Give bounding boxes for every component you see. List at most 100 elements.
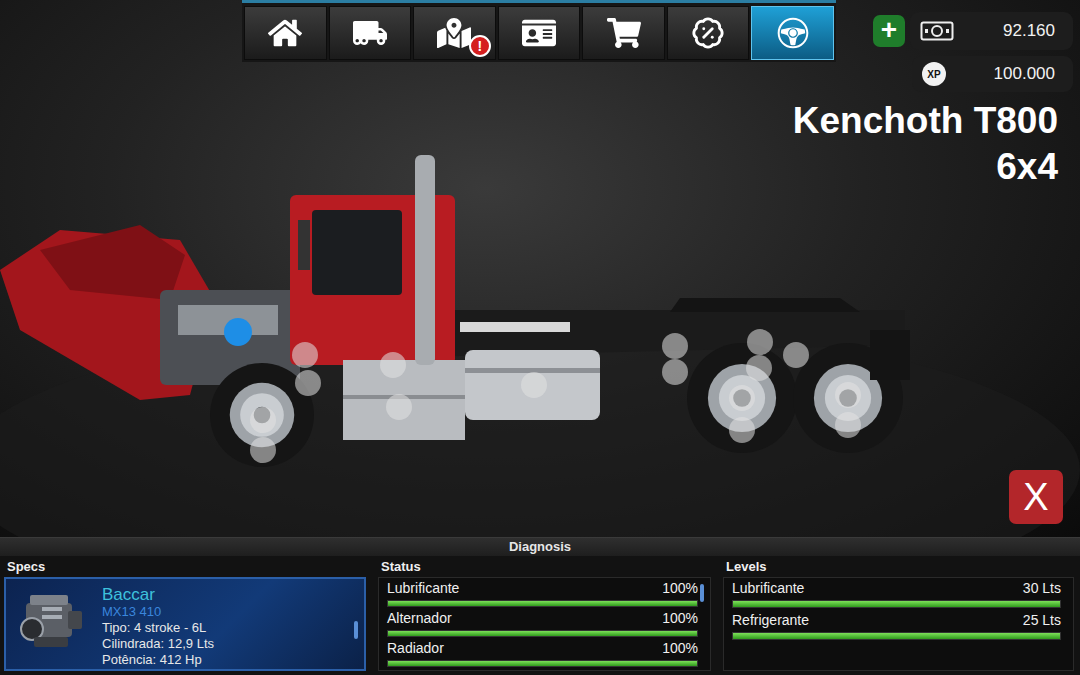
level-text: Lubrificante 30 Lts: [732, 580, 1061, 597]
part-hotspot[interactable]: [662, 359, 688, 385]
bar-fill: [733, 633, 1060, 639]
specs-column: Specs BaccarMX13 410Tipo: 4 stroke - 6LCi…: [4, 559, 366, 671]
level-row: Refrigerante 25 Lts: [732, 610, 1061, 642]
engine-specs: BaccarMX13 410Tipo: 4 stroke - 6LCilindr…: [102, 583, 214, 669]
nav-button[interactable]: [329, 6, 412, 60]
steering-wheel-icon: [776, 16, 810, 50]
level-reading: 25 Lts: [1023, 612, 1061, 629]
close-row: X: [0, 470, 1080, 537]
engine-brand: Baccar: [102, 585, 214, 604]
engine-card[interactable]: BaccarMX13 410Tipo: 4 stroke - 6LCilindr…: [4, 577, 366, 671]
part-hotspot[interactable]: [521, 372, 547, 398]
part-hotspot[interactable]: [295, 370, 321, 396]
status-name: Radiador: [387, 640, 444, 657]
nav-button[interactable]: [498, 6, 581, 60]
status-reading: 100%: [662, 610, 698, 627]
status-reading: 100%: [662, 640, 698, 657]
status-column: StatusLubrificante100%Alternador100%Radi…: [378, 559, 711, 671]
part-hotspot[interactable]: [224, 318, 252, 346]
banknote-icon: [920, 21, 954, 41]
xp-box: XP100.000: [912, 56, 1073, 92]
vehicle-name: Kenchoth T800: [793, 98, 1058, 144]
part-hotspot[interactable]: [250, 437, 276, 463]
wheel: [687, 343, 797, 453]
status-row: Alternador 100%: [387, 608, 698, 638]
engine-icon: [12, 583, 92, 663]
bar-track: [387, 600, 698, 607]
nav-button[interactable]: !: [413, 6, 496, 60]
bar-track: [732, 600, 1061, 608]
part-hotspot[interactable]: [292, 342, 318, 368]
main-nav: !: [242, 0, 836, 62]
status-reading: 100%: [662, 580, 698, 597]
levels-list: Lubrificante 30 Lts Refrigerante 25 Lts: [723, 577, 1074, 671]
nav-button[interactable]: [582, 6, 665, 60]
part-hotspot[interactable]: [662, 333, 688, 359]
home-icon: [268, 16, 302, 50]
part-hotspot[interactable]: [729, 385, 755, 411]
status-text: Radiador 100%: [387, 640, 698, 657]
part-hotspot[interactable]: [835, 412, 861, 438]
spec-line: Tipo: 4 stroke - 6L: [102, 620, 214, 636]
diagnosis-columns: Specs BaccarMX13 410Tipo: 4 stroke - 6LCi…: [0, 556, 1080, 675]
part-hotspot[interactable]: [747, 329, 773, 355]
scroll-thumb[interactable]: [354, 621, 358, 639]
level-row: Lubrificante 30 Lts: [732, 578, 1061, 610]
status-name: Alternador: [387, 610, 452, 627]
money-box: 92.160: [910, 12, 1073, 50]
part-hotspot[interactable]: [729, 417, 755, 443]
discount-icon: [691, 16, 725, 50]
overlay: ! +92.160 XP100.000 Kenchoth T8006x4 X: [0, 0, 1080, 537]
bar-track: [387, 660, 698, 667]
bar-fill: [388, 661, 697, 666]
bar-fill: [388, 631, 697, 636]
money-row: +92.160: [873, 12, 1073, 50]
bar-fill: [388, 601, 697, 606]
add-money-button[interactable]: +: [873, 15, 905, 47]
column-title: Specs: [7, 559, 366, 574]
alert-badge: !: [469, 35, 491, 57]
status-row: Radiador 100%: [387, 638, 698, 668]
part-hotspot[interactable]: [835, 382, 861, 408]
status-text: Lubrificante 100%: [387, 580, 698, 597]
levels-column: Levels Lubrificante 30 Lts Refrigerante 25 L…: [723, 559, 1074, 671]
level-reading: 30 Lts: [1023, 580, 1061, 597]
part-hotspot[interactable]: [783, 342, 809, 368]
bar-track: [387, 630, 698, 637]
part-hotspot[interactable]: [380, 352, 406, 378]
column-title: Levels: [726, 559, 1074, 574]
panel-title: Diagnosis: [0, 538, 1080, 556]
part-hotspot[interactable]: [386, 394, 412, 420]
level-name: Lubrificante: [732, 580, 804, 597]
vehicle-drive: 6x4: [793, 144, 1058, 190]
stage: ! +92.160 XP100.000 Kenchoth T8006x4 X: [0, 0, 1080, 537]
spec-line: Cilindrada: 12,9 Lts: [102, 636, 214, 652]
diagnosis-panel: Diagnosis Specs BaccarMX13 410Tipo: 4 stro…: [0, 537, 1080, 675]
xp-icon: XP: [922, 62, 946, 86]
cart-icon: [607, 16, 641, 50]
part-hotspot[interactable]: [746, 355, 772, 381]
nav-button[interactable]: [244, 6, 327, 60]
engine-model: MX13 410: [102, 604, 214, 620]
wallet: +92.160 XP100.000: [873, 0, 1080, 92]
status-text: Alternador 100%: [387, 610, 698, 627]
vehicle-title: Kenchoth T8006x4: [793, 98, 1080, 190]
level-name: Refrigerante: [732, 612, 809, 629]
map-icon: [437, 16, 471, 50]
top-row: ! +92.160 XP100.000: [0, 0, 1080, 92]
status-name: Lubrificante: [387, 580, 459, 597]
nav-button[interactable]: [751, 6, 834, 60]
license-icon: [522, 16, 556, 50]
scroll-thumb[interactable]: [700, 584, 704, 602]
fleet-icon: [353, 16, 387, 50]
nav-button[interactable]: [667, 6, 750, 60]
column-title: Status: [381, 559, 711, 574]
close-button[interactable]: X: [1009, 470, 1063, 524]
part-hotspot[interactable]: [250, 407, 276, 433]
status-row: Lubrificante 100%: [387, 578, 698, 608]
level-text: Refrigerante 25 Lts: [732, 612, 1061, 629]
spec-line: Potência: 412 Hp: [102, 652, 214, 668]
money-amount: 92.160: [962, 21, 1055, 41]
bar-fill: [733, 601, 1060, 607]
status-list: Lubrificante 100% Alternador 100% Radiador 10…: [378, 577, 711, 671]
